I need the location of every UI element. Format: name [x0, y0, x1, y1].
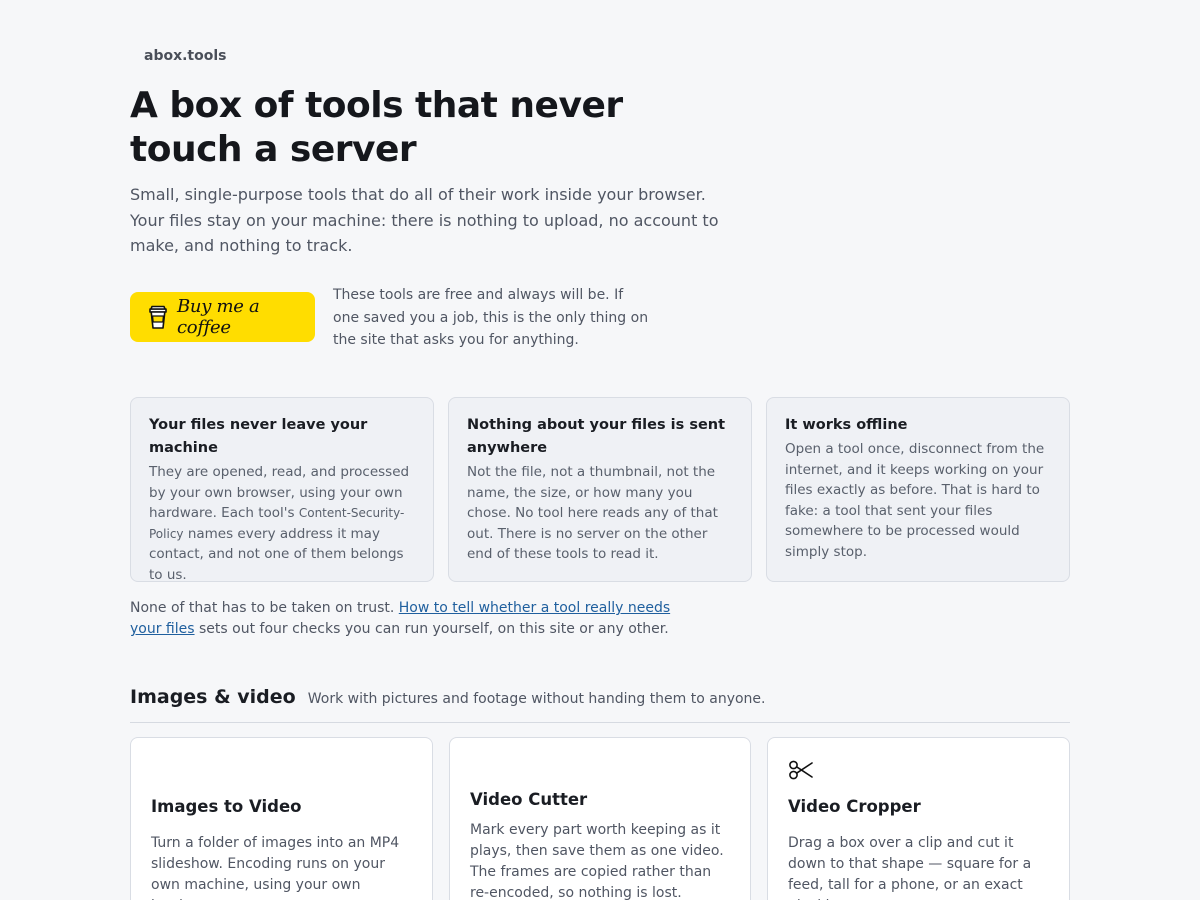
coffee-cup-icon [149, 305, 167, 329]
tool-name: Images to Video [151, 797, 302, 816]
page-subtitle: Small, single-purpose tools that do all … [130, 185, 719, 255]
tool-description: Drag a box over a clip and cut it down t… [788, 835, 1032, 900]
section-title: Images & video [130, 686, 296, 708]
tool-name: Video Cutter [470, 790, 588, 809]
support-note: These tools are free and always will be.… [333, 287, 649, 348]
page-title: A box of tools that never touch a server [130, 85, 623, 170]
trust-text: None of that has to be taken on trust. [130, 600, 399, 616]
trust-paragraph: None of that has to be taken on trust. H… [130, 598, 690, 640]
feature-body: Open a tool once, disconnect from the in… [785, 441, 1045, 560]
scissors-icon [789, 760, 813, 780]
feature-card-local: Your files never leave your machine They… [130, 397, 434, 585]
site-brand[interactable]: abox.tools [144, 48, 227, 64]
feature-body: They are opened, read, and processed by … [149, 462, 415, 585]
tool-description: Mark every part worth keeping as it play… [470, 822, 724, 900]
feature-card-offline: It works offline Open a tool once, disco… [766, 397, 1070, 582]
page: abox.tools A box of tools that never tou… [0, 0, 1200, 900]
section-header: Images & video Work with pictures and fo… [130, 686, 1070, 708]
section-divider [130, 722, 1070, 723]
buy-me-a-coffee-button[interactable]: Buy me a coffee [130, 292, 315, 342]
tool-card-video-cropper[interactable]: Video Cropper Drag a box over a clip and… [767, 737, 1070, 900]
tool-card-images-to-video[interactable]: Images to Video Turn a folder of images … [130, 737, 433, 900]
tool-name: Video Cropper [788, 797, 921, 816]
feature-title: Your files never leave your machine [149, 417, 368, 456]
trust-text: sets out four checks you can run yoursel… [194, 621, 669, 637]
feature-title: It works offline [785, 417, 908, 433]
feature-card-nothing-sent: Nothing about your files is sent anywher… [448, 397, 752, 582]
tool-description: Turn a folder of images into an MP4 slid… [151, 835, 400, 900]
buy-me-a-coffee-label: Buy me a coffee [177, 296, 260, 338]
feature-body-text: names every address it may contact, and … [149, 525, 404, 583]
feature-body: Not the file, not a thumbnail, not the n… [467, 464, 718, 562]
tool-card-video-cutter[interactable]: Video Cutter Mark every part worth keepi… [449, 737, 751, 900]
section-subtitle: Work with pictures and footage without h… [307, 691, 766, 707]
feature-title: Nothing about your files is sent anywher… [467, 417, 726, 456]
